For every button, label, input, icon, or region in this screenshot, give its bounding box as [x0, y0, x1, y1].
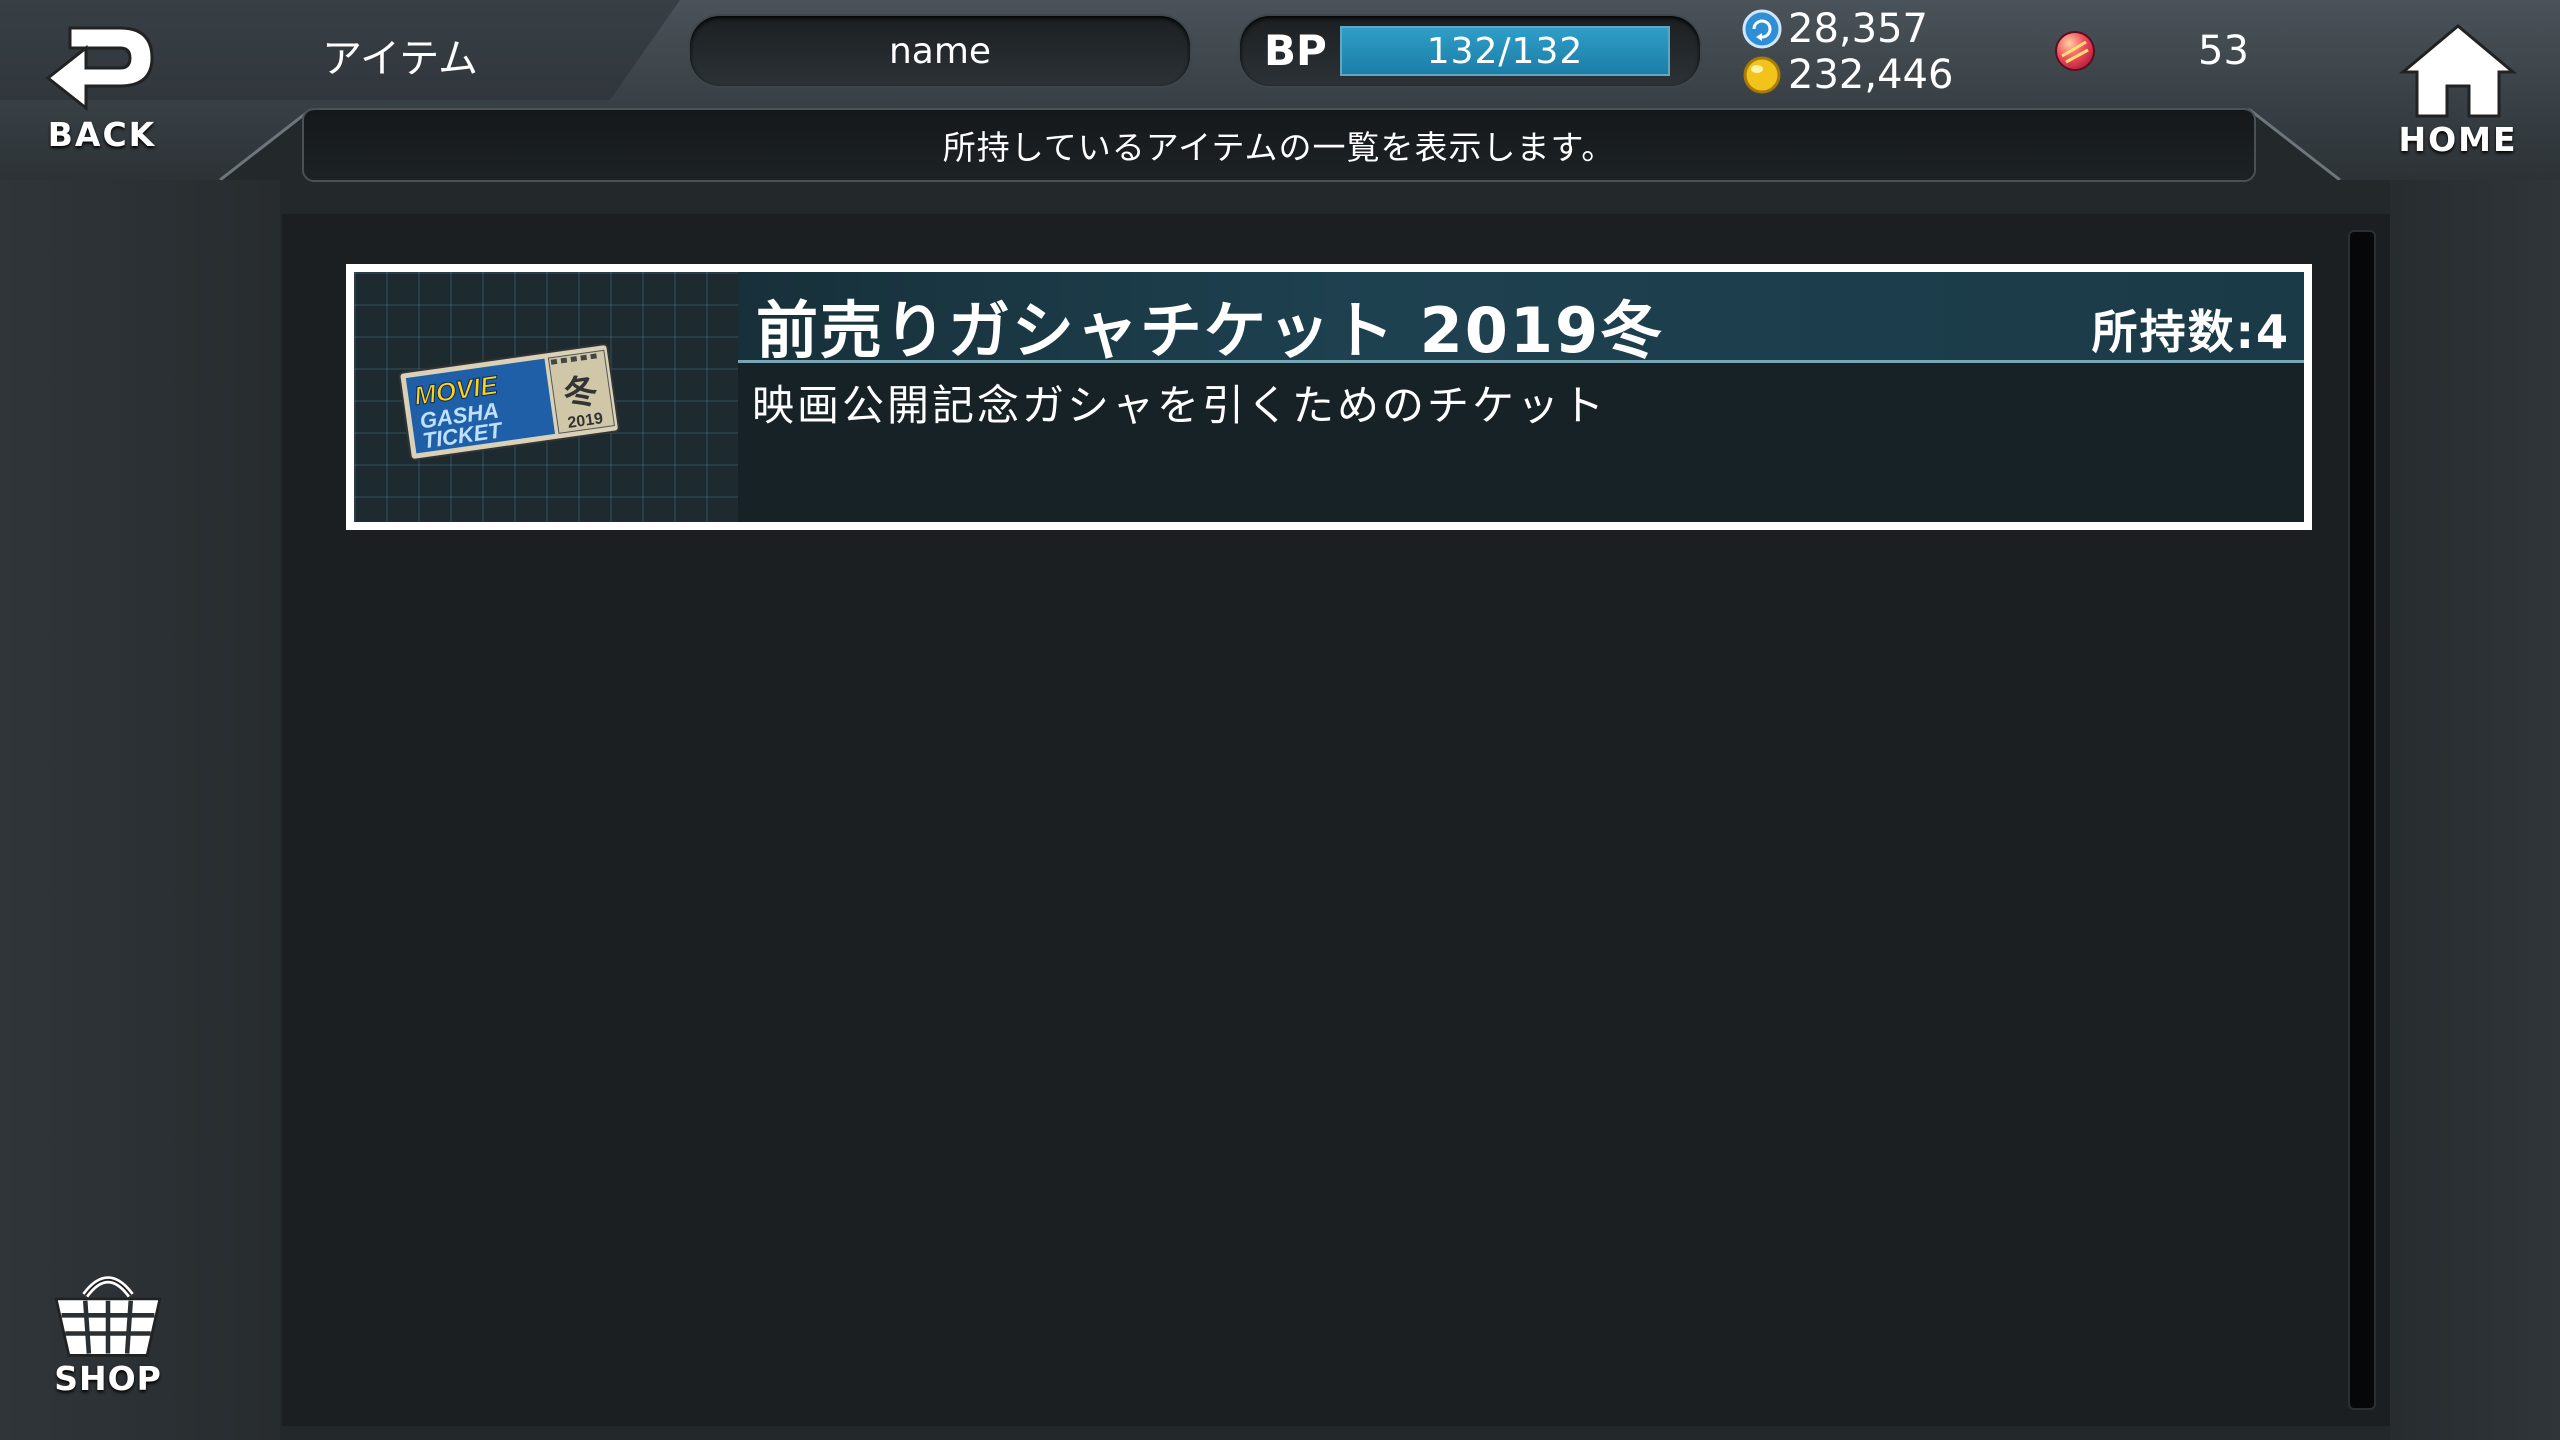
info-message: 所持しているアイテムの一覧を表示します。	[942, 128, 1616, 167]
home-label: HOME	[2398, 120, 2518, 159]
back-button[interactable]: BACK	[22, 20, 182, 160]
item-count: 所持数:4	[2091, 305, 2290, 359]
item-card: MOVIE GASHA TICKET 冬 2019 前売りガシャチケット 201…	[354, 272, 2304, 522]
bp-gauge: BP 132/132	[1240, 16, 1700, 86]
left-side-background	[0, 180, 280, 1440]
gold-coin-icon	[1743, 56, 1781, 94]
player-name-box: name	[690, 16, 1190, 86]
ticket-stamp-text: 冬	[561, 371, 600, 415]
shop-button[interactable]: SHOP	[40, 1268, 176, 1398]
list-scrollbar[interactable]	[2350, 232, 2374, 1408]
item-thumbnail: MOVIE GASHA TICKET 冬 2019	[354, 272, 738, 522]
info-message-bar: 所持しているアイテムの一覧を表示します。	[304, 110, 2254, 180]
gold-currency-value: 232,446	[1788, 52, 1954, 98]
top-bar: BACK アイテム name BP 132/132 28,357 232,446	[0, 0, 2560, 180]
bp-label: BP	[1264, 26, 1327, 75]
movie-gasha-ticket-icon: MOVIE GASHA TICKET 冬 2019	[398, 343, 620, 461]
right-side-background	[2390, 180, 2560, 1440]
blue-currency: 28,357	[1742, 6, 1928, 52]
bp-bar: 132/132	[1340, 26, 1670, 76]
bp-value: 132/132	[1426, 30, 1584, 72]
back-arrow-icon	[45, 26, 154, 112]
item-name: 前売りガシャチケット 2019冬	[756, 294, 1665, 367]
home-button[interactable]: HOME	[2378, 20, 2538, 160]
item-header: 前売りガシャチケット 2019冬 所持数:4	[738, 272, 2304, 367]
gem-count: 53	[2198, 28, 2249, 74]
gem-icon	[2055, 31, 2095, 71]
player-name: name	[888, 30, 992, 72]
blue-currency-value: 28,357	[1788, 6, 1928, 52]
shopping-basket-icon	[54, 1276, 162, 1357]
back-label: BACK	[47, 115, 157, 154]
list-item[interactable]: MOVIE GASHA TICKET 冬 2019 前売りガシャチケット 201…	[346, 264, 2312, 530]
shop-label: SHOP	[54, 1359, 162, 1398]
blue-coin-icon	[1742, 9, 1782, 49]
home-icon	[2398, 24, 2518, 118]
item-description: 映画公開記念ガシャを引くためのチケット	[752, 381, 1608, 430]
screen-title: アイテム	[322, 36, 478, 82]
gold-currency: 232,446	[1742, 52, 1953, 98]
